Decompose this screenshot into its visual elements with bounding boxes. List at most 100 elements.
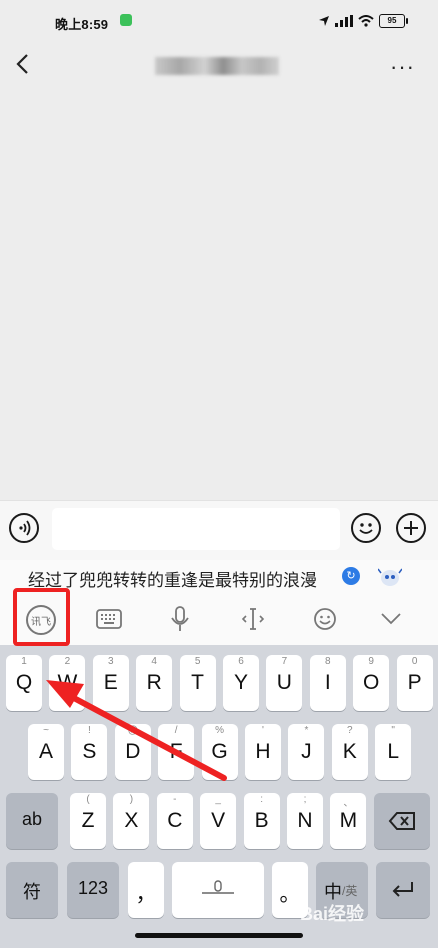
refresh-badge-icon[interactable]: ↻: [342, 567, 360, 585]
key-a[interactable]: ~ A: [28, 724, 64, 780]
key-label: N: [297, 809, 313, 832]
key-secondary-label: ": [391, 725, 395, 736]
key-k[interactable]: ? K: [331, 724, 368, 780]
key-p[interactable]: 0P: [396, 655, 433, 711]
key-secondary-label: @: [127, 725, 138, 736]
key-label: S: [82, 740, 97, 763]
numbers-key[interactable]: 123: [67, 862, 119, 918]
key-d[interactable]: @ D: [114, 724, 151, 780]
key-label: V: [211, 809, 226, 832]
message-input[interactable]: [52, 508, 340, 550]
key-label: C: [167, 809, 183, 832]
enter-key[interactable]: [376, 862, 430, 918]
key-label: 123: [77, 878, 109, 898]
comma-key[interactable]: ，: [128, 862, 164, 918]
key-t[interactable]: 5T: [179, 655, 216, 711]
key-v[interactable]: _ V: [200, 793, 237, 849]
key-secondary-label: 2: [64, 656, 71, 667]
mascot-icon: [378, 568, 402, 586]
key-label: D: [125, 740, 141, 763]
key-label: E: [103, 671, 118, 694]
watermark: Bai经验: [300, 904, 365, 924]
key-label: T: [191, 671, 204, 694]
key-secondary-label: 、: [343, 798, 354, 809]
key-r[interactable]: 4R: [136, 655, 173, 711]
key-secondary-label: 7: [281, 656, 288, 667]
signal-icon: [335, 15, 353, 27]
key-label: J: [301, 740, 312, 763]
key-i[interactable]: 8I: [309, 655, 346, 711]
key-label: ，: [135, 883, 157, 906]
key-j[interactable]: * J: [288, 724, 325, 780]
status-icons: 95: [318, 12, 408, 30]
key-label: A: [38, 740, 53, 763]
key-e[interactable]: 3E: [92, 655, 129, 711]
key-label: Q: [15, 671, 33, 694]
back-button[interactable]: [12, 52, 36, 76]
key-b[interactable]: :B: [243, 793, 280, 849]
key-w[interactable]: 2W: [49, 655, 86, 711]
chevron-left-icon: [16, 54, 28, 74]
symbols-key[interactable]: 符: [6, 862, 58, 918]
key-label: ab: [21, 809, 43, 829]
backspace-key[interactable]: [374, 793, 430, 849]
key-label: I: [324, 671, 331, 694]
mic-icon[interactable]: [170, 606, 190, 632]
key-secondary-label: 8: [325, 656, 331, 667]
key-label: F: [169, 740, 183, 763]
key-c[interactable]: -C: [156, 793, 193, 849]
key-z[interactable]: (Z: [70, 793, 106, 849]
key-h[interactable]: ' H: [245, 724, 281, 780]
location-icon: [319, 16, 329, 26]
voice-input-button[interactable]: [9, 513, 39, 543]
space-key[interactable]: [172, 862, 264, 918]
plus-button[interactable]: [396, 513, 426, 543]
emoji-icon[interactable]: [313, 607, 337, 631]
key-n[interactable]: ; N: [287, 793, 323, 849]
chat-title: [155, 57, 279, 75]
suggestion-text[interactable]: 经过了兜兜转转的重逢是最特别的浪漫: [28, 566, 317, 591]
key-label: X: [124, 809, 139, 832]
key-label: O: [363, 671, 380, 694]
key-u[interactable]: 7U: [266, 655, 303, 711]
key-label: G: [211, 740, 228, 763]
space-mic-icon: [202, 880, 234, 894]
chevron-down-icon[interactable]: [380, 611, 402, 627]
lang-sub-label: /英: [342, 884, 358, 898]
voice-icon: [19, 520, 31, 536]
keyboard-icon[interactable]: [96, 608, 122, 630]
emoji-button[interactable]: [351, 513, 381, 543]
key-label: U: [276, 671, 292, 694]
key-q[interactable]: 1Q: [6, 655, 42, 711]
key-secondary-label: 4: [151, 656, 157, 667]
key-secondary-label: ;: [303, 794, 307, 805]
highlight-box: [13, 588, 70, 646]
key-secondary-label: /: [174, 725, 178, 736]
more-button[interactable]: ···: [390, 54, 415, 80]
key-s[interactable]: ! S: [71, 724, 108, 780]
key-y[interactable]: 6Y: [223, 655, 259, 711]
notification-icon: [120, 14, 132, 26]
key-ab[interactable]: ab: [6, 793, 58, 849]
key-secondary-label: 5: [194, 656, 201, 667]
cursor-icon[interactable]: [240, 606, 266, 632]
key-x[interactable]: ) X: [113, 793, 150, 849]
enter-icon: [392, 882, 413, 897]
key-secondary-label: ?: [347, 725, 353, 736]
key-f[interactable]: / F: [158, 724, 195, 780]
home-indicator: [135, 933, 303, 938]
key-m[interactable]: 、 M: [330, 793, 367, 849]
key-secondary-label: :: [260, 794, 263, 805]
key-l[interactable]: " L: [375, 724, 412, 780]
wifi-icon: [358, 15, 374, 27]
key-secondary-label: ': [262, 725, 264, 736]
keyboard: 1 Q 2 W 3 E 4 R 5 T 6 Y 7 U 8 I 9 O 0 P ~ A! S @ D / F% G ' H * J? K " Lab…: [0, 645, 438, 948]
key-label: Y: [233, 671, 248, 694]
key-secondary-label: ~: [43, 725, 49, 736]
key-g[interactable]: % G: [201, 724, 238, 780]
key-label: Z: [81, 809, 95, 832]
key-label: W: [57, 671, 78, 694]
key-secondary-label: !: [88, 725, 91, 736]
key-secondary-label: %: [215, 725, 225, 736]
key-o[interactable]: 9O: [353, 655, 390, 711]
